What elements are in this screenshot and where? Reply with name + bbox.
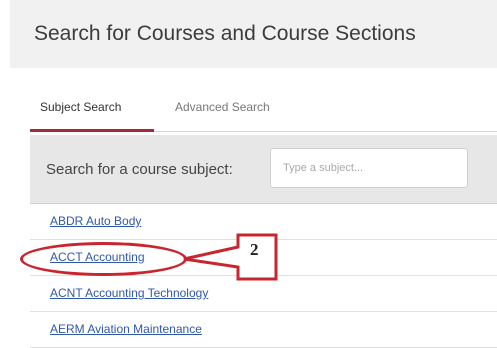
subject-link-abdr[interactable]: ABDR Auto Body (50, 214, 141, 228)
tab-subject-search[interactable]: Subject Search (40, 100, 121, 114)
page-title: Search for Courses and Course Sections (34, 22, 416, 45)
tab-advanced-search[interactable]: Advanced Search (175, 100, 270, 114)
list-item: AERM Aviation Maintenance (30, 312, 497, 348)
annotation-highlight-oval (20, 242, 187, 276)
search-label: Search for a course subject: (46, 161, 233, 178)
active-tab-indicator (30, 129, 154, 132)
subject-search-panel: Search for a course subject: (30, 135, 497, 204)
subject-link-aerm[interactable]: AERM Aviation Maintenance (50, 322, 202, 336)
annotation-callout-arrow (183, 233, 278, 281)
subject-search-input[interactable] (270, 148, 468, 188)
annotation-step-number: 2 (250, 240, 259, 259)
page-header: Search for Courses and Course Sections (10, 0, 497, 68)
subject-link-acnt[interactable]: ACNT Accounting Technology (50, 286, 208, 300)
